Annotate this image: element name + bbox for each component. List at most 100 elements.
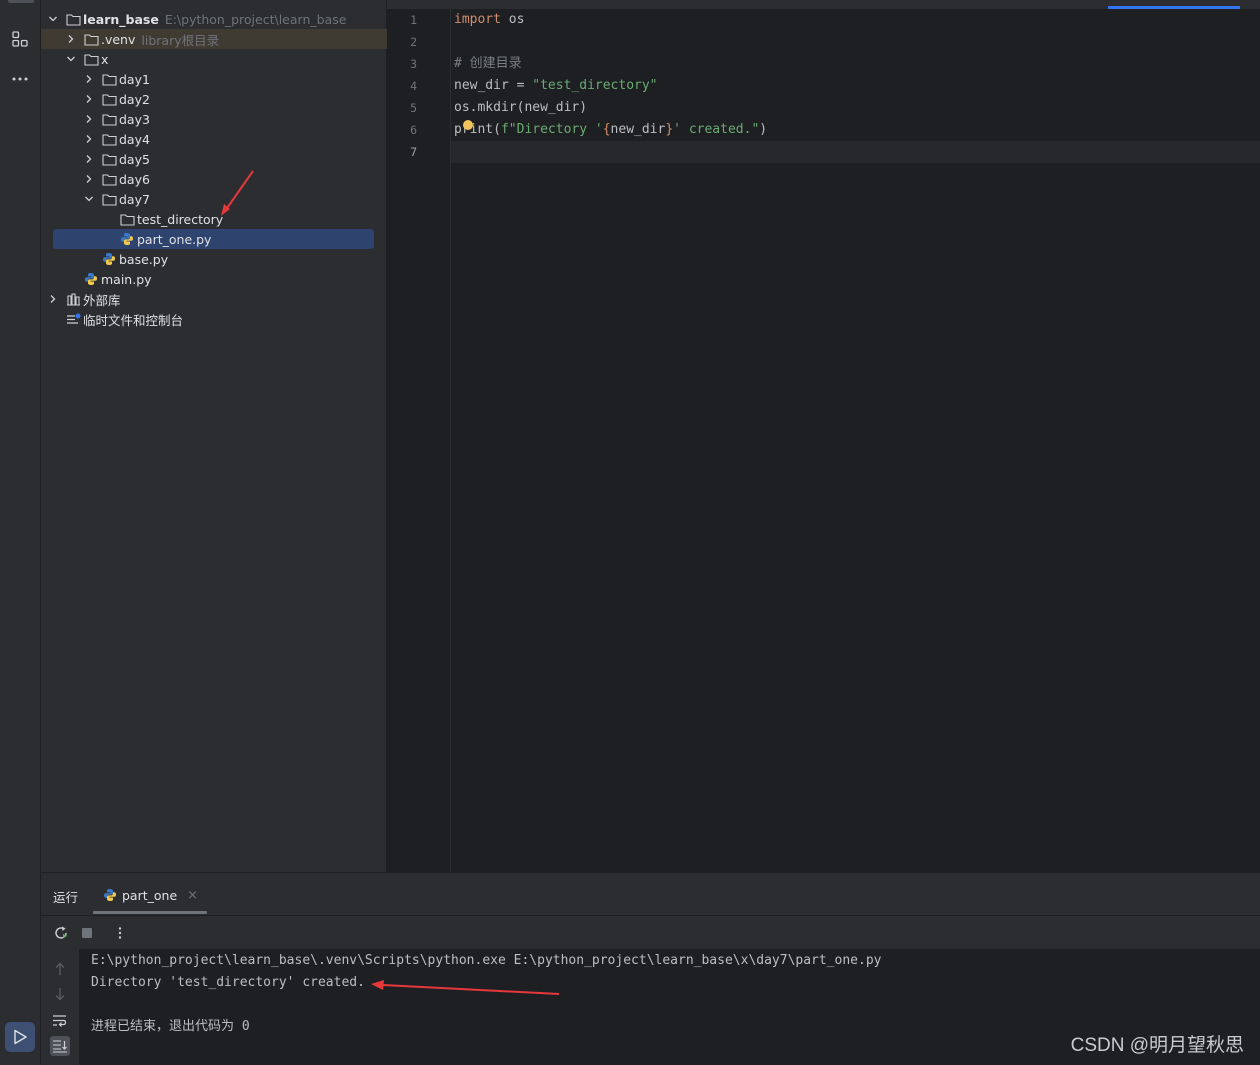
project-tree: learn_base E:\python_project\learn_base … xyxy=(41,0,387,872)
python-file-icon xyxy=(101,251,117,267)
folder-icon xyxy=(101,111,117,127)
tree-item-main-py[interactable]: main.py xyxy=(41,269,387,289)
chevron-right-icon[interactable] xyxy=(65,33,77,45)
active-run-tab-indicator xyxy=(93,911,207,914)
tree-item-day1[interactable]: day1 xyxy=(41,69,387,89)
scroll-to-end-icon[interactable] xyxy=(50,1036,70,1056)
more-icon[interactable] xyxy=(8,67,32,91)
folder-icon xyxy=(83,31,99,47)
chevron-right-icon[interactable] xyxy=(47,293,59,305)
more-options-icon[interactable] xyxy=(111,924,129,942)
tree-label: x xyxy=(101,51,109,67)
chevron-right-icon[interactable] xyxy=(83,93,95,105)
close-icon[interactable]: × xyxy=(187,888,198,903)
folder-icon xyxy=(119,211,135,227)
code-editor[interactable]: 1 2 3 4 5 6 7 import os # 创建目录 new_dir =… xyxy=(387,0,1260,872)
tree-label: day5 xyxy=(119,151,150,167)
code-text: new_dir = xyxy=(454,78,533,93)
tree-item-x[interactable]: x xyxy=(41,49,387,69)
run-tool-icon[interactable] xyxy=(5,1022,35,1052)
python-file-icon xyxy=(103,888,117,902)
annotation-arrow-icon xyxy=(371,980,560,995)
code-brace: } xyxy=(665,122,674,137)
code-text: os xyxy=(500,12,525,27)
folder-icon xyxy=(101,171,117,187)
tree-label: day2 xyxy=(119,91,150,107)
tree-label: day7 xyxy=(119,191,150,207)
code-comment: # 创建目录 xyxy=(454,56,522,71)
code-text: ) xyxy=(759,122,768,137)
soft-wrap-icon[interactable] xyxy=(50,1011,70,1031)
line-number: 6 xyxy=(410,123,417,137)
annotation-arrow-icon xyxy=(221,170,254,216)
tree-label: .venv xyxy=(101,31,136,47)
run-tab-part-one[interactable]: part_one × xyxy=(103,881,213,909)
console-line: Directory 'test_directory' created. xyxy=(91,975,365,990)
chevron-right-icon[interactable] xyxy=(83,133,95,145)
code-keyword: import xyxy=(454,12,501,27)
tree-label: base.py xyxy=(119,251,169,267)
stop-icon[interactable] xyxy=(78,924,96,942)
watermark: CSDN @明月望秋思 xyxy=(1070,1035,1244,1056)
tree-item-part-one[interactable]: part_one.py xyxy=(41,229,387,249)
console-line: 进程已结束，退出代码为 0 xyxy=(91,1019,250,1034)
folder-icon xyxy=(83,51,99,67)
tree-label: day4 xyxy=(119,131,150,147)
code-text: print( xyxy=(454,122,501,137)
run-tab-label: part_one xyxy=(122,887,178,903)
project-tool-indicator[interactable] xyxy=(8,0,34,3)
chevron-down-icon[interactable] xyxy=(65,53,77,65)
folder-icon xyxy=(101,71,117,87)
tree-item-base-py[interactable]: base.py xyxy=(41,249,387,269)
active-tab-indicator[interactable] xyxy=(1108,6,1240,9)
arrow-up-icon[interactable] xyxy=(50,959,70,979)
tree-hint: library根目录 xyxy=(141,32,220,48)
run-toolbar xyxy=(41,915,1260,949)
chevron-down-icon[interactable] xyxy=(83,193,95,205)
line-number: 3 xyxy=(410,57,417,71)
tree-item-external-libraries[interactable]: 外部库 xyxy=(41,289,387,309)
folder-icon xyxy=(101,191,117,207)
tree-item-day4[interactable]: day4 xyxy=(41,129,387,149)
code-line-5: os.mkdir(new_dir) xyxy=(454,97,587,119)
chevron-right-icon[interactable] xyxy=(83,73,95,85)
folder-icon xyxy=(101,91,117,107)
code-string: "test_directory" xyxy=(532,78,658,93)
chevron-down-icon[interactable] xyxy=(47,13,59,25)
current-line-highlight xyxy=(387,141,1260,163)
console-line: E:\python_project\learn_base\.venv\Scrip… xyxy=(91,953,882,968)
tool-window-strip xyxy=(0,0,41,1065)
rerun-icon[interactable] xyxy=(52,924,70,942)
tree-item-day3[interactable]: day3 xyxy=(41,109,387,129)
arrow-down-icon[interactable] xyxy=(50,984,70,1004)
line-number: 5 xyxy=(410,101,417,115)
tree-label: day3 xyxy=(119,111,150,127)
code-line-4: new_dir = "test_directory" xyxy=(454,75,658,97)
chevron-right-icon[interactable] xyxy=(83,153,95,165)
chevron-right-icon[interactable] xyxy=(83,113,95,125)
code-string: f"Directory ' xyxy=(500,122,603,137)
code-line-3: # 创建目录 xyxy=(454,53,522,75)
code-text: os.mkdir(new_dir) xyxy=(454,100,588,115)
tree-label: learn_base xyxy=(83,11,159,27)
tree-label: day1 xyxy=(119,71,150,87)
code-brace: { xyxy=(602,122,611,137)
lightbulb-icon[interactable] xyxy=(463,120,473,130)
folder-icon xyxy=(101,131,117,147)
line-number: 1 xyxy=(410,13,417,27)
code-line-1: import os xyxy=(454,9,524,31)
folder-icon xyxy=(65,11,81,27)
tree-path-hint: E:\python_project\learn_base xyxy=(164,11,347,27)
tree-label: day6 xyxy=(119,171,150,187)
tree-label: 外部库 xyxy=(83,292,121,308)
code-line-6: print(f"Directory '{new_dir}' created.") xyxy=(454,119,767,141)
scratches-icon xyxy=(65,311,81,327)
tree-item-venv[interactable]: .venv library根目录 xyxy=(41,29,387,49)
folder-icon xyxy=(101,151,117,167)
tree-item-scratches[interactable]: 临时文件和控制台 xyxy=(41,309,387,329)
chevron-right-icon[interactable] xyxy=(83,173,95,185)
structure-icon[interactable] xyxy=(8,27,32,51)
tree-item-day2[interactable]: day2 xyxy=(41,89,387,109)
tree-root-learn-base[interactable]: learn_base E:\python_project\learn_base xyxy=(41,9,387,29)
python-file-icon xyxy=(119,231,135,247)
